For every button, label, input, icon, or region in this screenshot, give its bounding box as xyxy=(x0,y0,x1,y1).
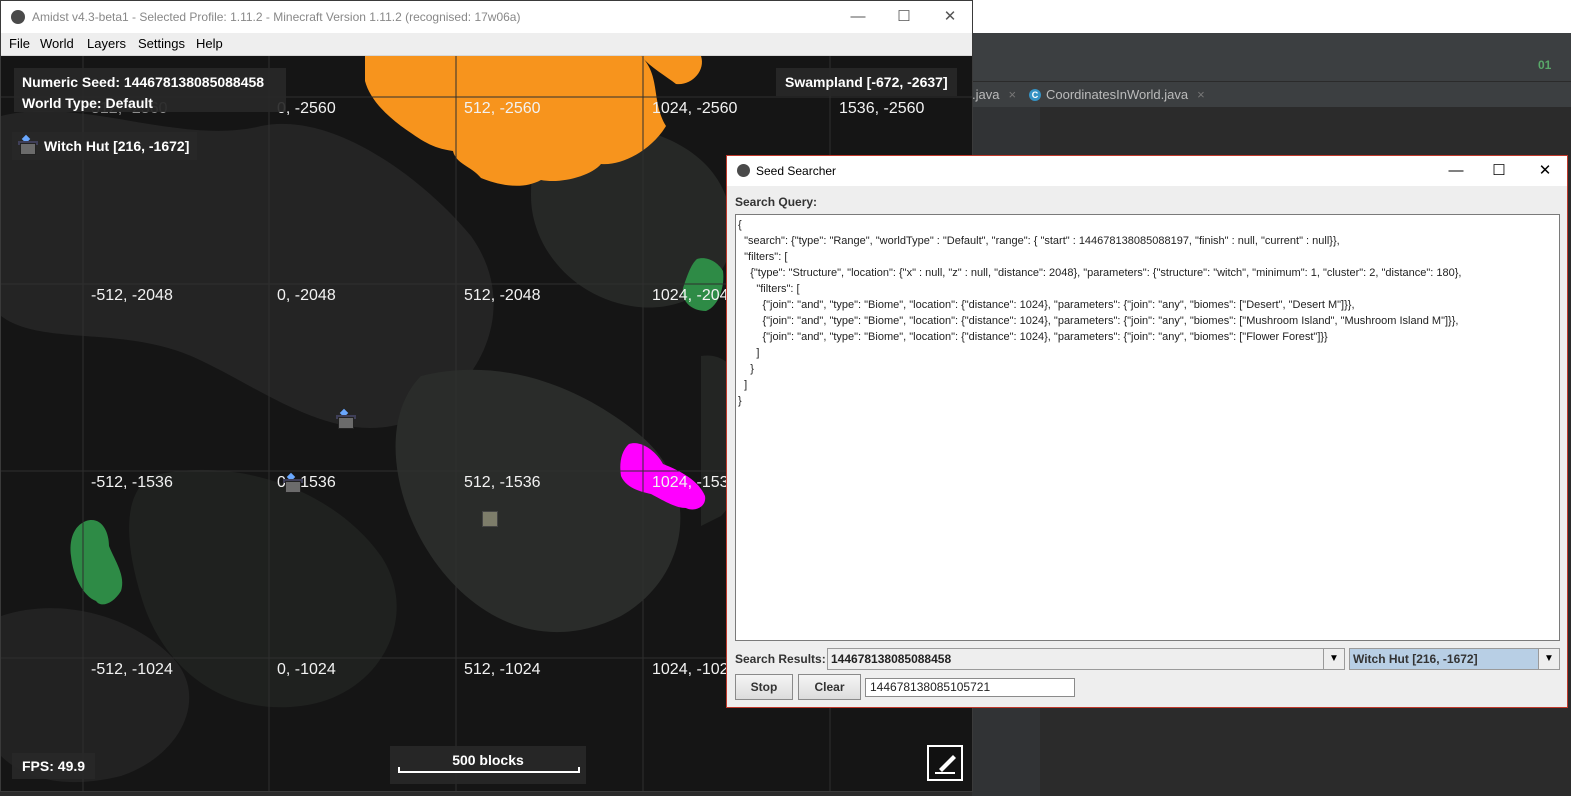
menu-layers[interactable]: Layers xyxy=(87,36,126,51)
menu-file[interactable]: File xyxy=(9,36,30,51)
current-seed-field[interactable]: 144678138085105721 xyxy=(865,678,1075,697)
grid-label: 1024, -2048 xyxy=(652,287,738,304)
window-title: Seed Searcher xyxy=(756,164,837,178)
grid-label: -512, -1024 xyxy=(91,661,173,678)
grid-label: -512, -1536 xyxy=(91,474,173,491)
grid-label: 0, -2048 xyxy=(277,287,336,304)
ide-toolbar xyxy=(972,33,1571,82)
menu-world[interactable]: World xyxy=(40,36,74,51)
search-query-label: Search Query: xyxy=(735,195,818,209)
maximize-button[interactable]: ☐ xyxy=(889,5,919,29)
minimize-button[interactable]: — xyxy=(843,5,873,29)
menu-settings[interactable]: Settings xyxy=(138,36,185,51)
grid-label: 512, -2048 xyxy=(464,287,541,304)
structure-icon[interactable] xyxy=(482,511,498,527)
grid-label: 512, -1024 xyxy=(464,661,541,678)
ide-title-area xyxy=(972,0,1571,33)
grid-label: 1024, -2560 xyxy=(652,100,738,117)
minimize-button[interactable]: — xyxy=(1441,159,1471,183)
java-class-icon: C xyxy=(1029,88,1041,101)
chevron-down-icon[interactable]: ▼ xyxy=(1538,649,1559,669)
ide-tab-label: .java xyxy=(972,87,1000,102)
search-results-value: 144678138085088458 xyxy=(831,652,952,666)
title-bar: Seed Searcher — ☐ ✕ xyxy=(727,156,1567,186)
close-icon[interactable]: × xyxy=(1008,87,1016,102)
grid-label: 0, -1024 xyxy=(277,661,336,678)
close-button[interactable]: ✕ xyxy=(1530,159,1560,183)
world-type: World Type: Default xyxy=(22,95,153,111)
window-title: Amidst v4.3-beta1 - Selected Profile: 1.… xyxy=(32,10,521,24)
ide-tab[interactable]: .java × xyxy=(972,87,1016,102)
numeric-seed: Numeric Seed: 144678138085088458 xyxy=(22,74,265,90)
chevron-down-icon[interactable]: ▼ xyxy=(1323,649,1344,669)
app-icon xyxy=(11,10,25,24)
search-query-textarea[interactable]: { "search": {"type": "Range", "worldType… xyxy=(735,214,1560,641)
grid-label: 512, -1536 xyxy=(464,474,541,491)
structure-dropdown[interactable]: Witch Hut [216, -1672] ▼ xyxy=(1349,648,1560,670)
selected-structure-panel: Witch Hut [216, -1672] xyxy=(12,132,198,160)
edit-icon[interactable] xyxy=(927,745,963,781)
vcs-marker-icon: 01 xyxy=(1538,58,1552,72)
seed-info-panel: Numeric Seed: 144678138085088458 World T… xyxy=(14,68,286,112)
scale-label: 500 blocks xyxy=(452,752,524,768)
scale-bar: 500 blocks xyxy=(390,746,586,784)
clear-button[interactable]: Clear xyxy=(798,674,861,700)
ide-tab-label: CoordinatesInWorld.java xyxy=(1046,87,1189,102)
grid-label: 1536, -2560 xyxy=(839,100,925,117)
menu-bar: File World Layers Settings Help xyxy=(1,33,972,56)
grid-label: 1024, -1024 xyxy=(652,661,738,678)
witch-hut-icon[interactable] xyxy=(283,472,303,494)
title-bar: Amidst v4.3-beta1 - Selected Profile: 1.… xyxy=(1,1,972,33)
search-results-dropdown[interactable]: 144678138085088458 ▼ xyxy=(827,648,1345,670)
app-icon xyxy=(737,164,750,177)
grid-label: 512, -2560 xyxy=(464,100,541,117)
scale-line xyxy=(398,767,580,773)
grid-label: -512, -2048 xyxy=(91,287,173,304)
stop-button[interactable]: Stop xyxy=(735,674,793,700)
ide-tab[interactable]: C CoordinatesInWorld.java × xyxy=(1029,87,1205,102)
seed-searcher-window: Seed Searcher — ☐ ✕ Search Query: { "sea… xyxy=(726,155,1568,708)
maximize-button[interactable]: ☐ xyxy=(1484,159,1514,183)
close-icon[interactable]: × xyxy=(1197,87,1205,102)
biome-label: Swampland [-672, -2637] xyxy=(776,68,957,96)
structure-value: Witch Hut [216, -1672] xyxy=(1353,652,1478,666)
witch-hut-icon[interactable] xyxy=(336,408,356,430)
grid-label: 1024, -1536 xyxy=(652,474,738,491)
selected-structure-label: Witch Hut [216, -1672] xyxy=(44,138,190,154)
close-button[interactable]: ✕ xyxy=(935,5,965,29)
witch-hut-icon xyxy=(18,134,38,156)
ide-editor-tabs: .java × C CoordinatesInWorld.java × xyxy=(972,82,1571,107)
menu-help[interactable]: Help xyxy=(196,36,223,51)
search-results-label: Search Results: xyxy=(735,652,826,666)
fps-counter: FPS: 49.9 xyxy=(12,753,96,779)
